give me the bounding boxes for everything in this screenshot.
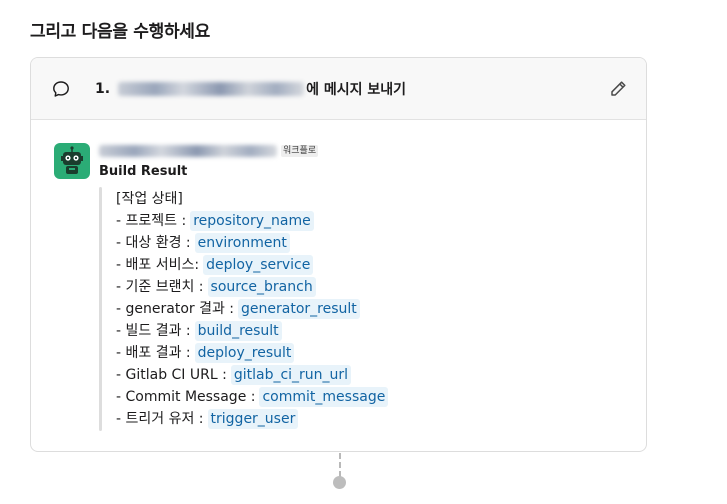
- variable-chip[interactable]: build_result: [194, 321, 282, 341]
- message-line: - generator 결과 : generator_result: [116, 298, 388, 320]
- line-label: - Gitlab CI URL :: [116, 367, 227, 383]
- variable-chip[interactable]: source_branch: [207, 277, 316, 297]
- variable-chip[interactable]: trigger_user: [207, 409, 299, 429]
- line-label: - 기준 브랜치 :: [116, 279, 204, 295]
- add-step-dot[interactable]: [333, 476, 346, 489]
- send-message-step-card[interactable]: 1. 에 메시지 보내기 워크플로 Build Result [작업 상태] -…: [30, 57, 647, 452]
- line-label: - 트리거 유저 :: [116, 411, 204, 427]
- message-line: - 배포 결과 : deploy_result: [116, 342, 388, 364]
- variable-chip[interactable]: repository_name: [190, 211, 314, 231]
- step-number: 1.: [95, 81, 111, 97]
- line-label: - 배포 결과 :: [116, 345, 191, 361]
- message-line: - 배포 서비스: deploy_service: [116, 254, 388, 276]
- line-label: - 대상 환경 :: [116, 235, 191, 251]
- variable-chip[interactable]: environment: [194, 233, 290, 253]
- line-label: - Commit Message :: [116, 389, 256, 405]
- quote-bar: [99, 187, 102, 431]
- redacted-channel-name: [118, 82, 305, 96]
- section-title: 그리고 다음을 수행하세요: [30, 22, 210, 42]
- variable-chip[interactable]: deploy_result: [194, 343, 295, 363]
- line-label: - generator 결과 :: [116, 301, 235, 317]
- message-line: - 빌드 결과 : build_result: [116, 320, 388, 342]
- message-line: [작업 상태]: [116, 188, 388, 210]
- variable-chip[interactable]: deploy_service: [203, 255, 314, 275]
- line-label: - 배포 서비스:: [116, 257, 200, 273]
- pencil-icon[interactable]: [608, 79, 628, 99]
- message-line: - 트리거 유저 : trigger_user: [116, 408, 388, 430]
- variable-chip[interactable]: gitlab_ci_run_url: [230, 365, 352, 385]
- message-line: - 대상 환경 : environment: [116, 232, 388, 254]
- message-title: Build Result: [99, 164, 188, 179]
- message-lines: [작업 상태] - 프로젝트 : repository_name - 대상 환경 …: [116, 188, 389, 430]
- step-connector: [339, 453, 341, 477]
- line-label: - 빌드 결과 :: [116, 323, 191, 339]
- message-preview: 워크플로 Build Result [작업 상태] - 프로젝트 : reposi…: [54, 143, 626, 451]
- message-line: - Gitlab CI URL : gitlab_ci_run_url: [116, 364, 388, 386]
- line-label: - 프로젝트 :: [116, 213, 187, 229]
- robot-icon: [54, 143, 90, 179]
- step-suffix: 에 메시지 보내기: [306, 82, 406, 98]
- variable-chip[interactable]: generator_result: [238, 299, 360, 319]
- workflow-badge: 워크플로: [281, 145, 319, 157]
- redacted-sender-name: [99, 145, 277, 157]
- sender-row: 워크플로: [99, 144, 319, 158]
- variable-chip[interactable]: commit_message: [259, 387, 389, 407]
- message-line: - Commit Message : commit_message: [116, 386, 389, 408]
- workflow-step-page: 그리고 다음을 수행하세요 1. 에 메시지 보내기 워크플로 Build Re…: [0, 0, 727, 504]
- message-line: - 기준 브랜치 : source_branch: [116, 276, 388, 298]
- step-header[interactable]: 1. 에 메시지 보내기: [31, 58, 646, 120]
- speech-bubble-icon: [53, 81, 69, 97]
- line-label: [작업 상태]: [116, 191, 183, 207]
- step-title: 1. 에 메시지 보내기: [95, 79, 406, 99]
- message-line: - 프로젝트 : repository_name: [116, 210, 388, 232]
